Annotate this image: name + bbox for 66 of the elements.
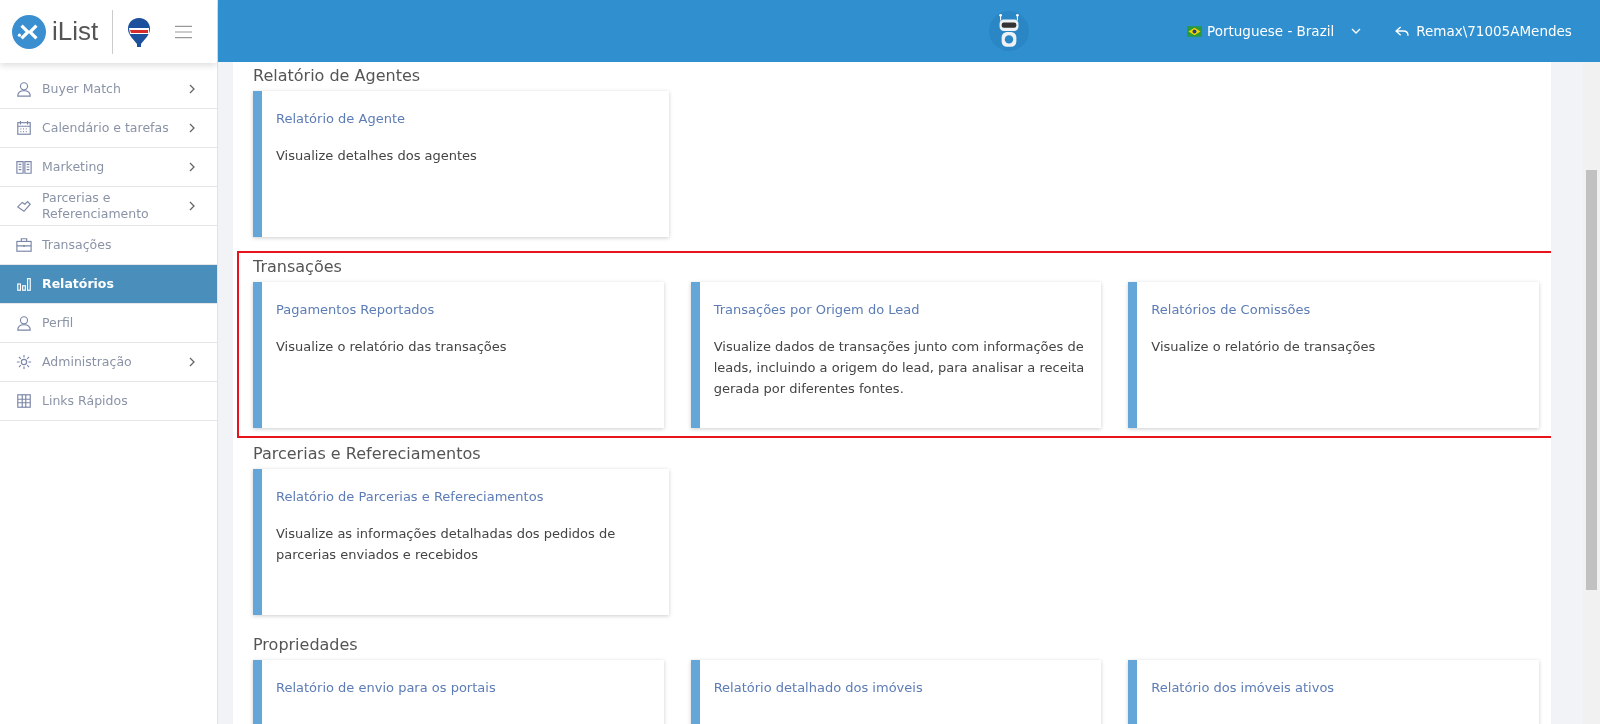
card-title: Relatório de envio para os portais xyxy=(276,680,497,695)
sidebar-item-label: Marketing xyxy=(42,158,106,176)
chevron-right-icon xyxy=(189,357,195,367)
card-description: Visualize as informações detalhadas dos pedidos de parcerias enviados e recebidos xyxy=(276,525,617,564)
sidebar-item[interactable]: Perfil xyxy=(0,304,217,343)
card-description: Visualize dados de transações junto com informações de leads, incluindo a origem do lead, para analisar a receita gerada por diferentes fontes. xyxy=(713,338,1086,398)
person-icon xyxy=(16,315,32,331)
sidebar-item-label: Administração xyxy=(42,353,133,371)
chevron-right-icon xyxy=(189,123,195,133)
logo-icon xyxy=(12,14,46,49)
card-title: Pagamentos Reportados xyxy=(276,302,436,317)
robot-icon[interactable] xyxy=(988,10,1030,52)
sidebar-item-label: Parcerias e Referenciamento xyxy=(42,189,150,223)
bar-chart-icon xyxy=(16,276,32,292)
report-card[interactable]: Relatório de Parcerias e Refereciamentos Visualize as informações detalhadas dos pedidos de parcerias enviados e recebidos xyxy=(253,469,669,615)
sidebar-item-label: Buyer Match xyxy=(42,80,122,98)
menu-icon[interactable] xyxy=(175,24,193,39)
card-title: Relatórios de Comissões xyxy=(1151,302,1312,317)
chevron-right-icon xyxy=(189,201,195,211)
report-card[interactable]: Pagamentos Reportados Visualize o relatório das transações xyxy=(253,282,664,428)
grid-icon xyxy=(16,393,32,409)
settings-icon xyxy=(16,354,32,370)
sidebar-item-label: Transações xyxy=(42,236,113,254)
sidebar-item-label: Calendário e tarefas xyxy=(42,119,170,137)
sidebar-item[interactable]: Links Rápidos xyxy=(0,382,217,421)
logo-text: iList xyxy=(52,16,99,47)
flag-icon xyxy=(1187,25,1202,37)
sidebar-item[interactable]: Relatórios xyxy=(0,265,217,304)
card-description: Visualize detalhes dos agentes xyxy=(276,147,478,165)
language-selector[interactable]: Portuguese - Brazil xyxy=(1187,23,1362,39)
user-link[interactable]: Remax\71005AMendes xyxy=(1395,23,1572,39)
reply-icon xyxy=(1395,25,1411,37)
chevron-right-icon xyxy=(189,84,195,94)
report-card[interactable]: Relatório de envio para os portais xyxy=(253,660,664,724)
section-title: Parcerias e Refereciamentos xyxy=(253,444,482,465)
card-title: Relatório dos imóveis ativos xyxy=(1151,680,1336,695)
book-icon xyxy=(16,159,32,175)
sidebar-item[interactable]: Parcerias e Referenciamento xyxy=(0,187,217,226)
scrollbar[interactable] xyxy=(1583,62,1600,724)
section-title: Relatório de Agentes xyxy=(253,66,422,87)
report-card[interactable]: Relatório de Agente Visualize detalhes dos agentes xyxy=(253,91,669,237)
card-title: Relatório detalhado dos imóveis xyxy=(713,680,924,695)
balloon-icon xyxy=(127,16,152,47)
calendar-icon xyxy=(16,120,32,136)
sidebar-item[interactable]: Calendário e tarefas xyxy=(0,109,217,148)
sidebar-item[interactable]: Administração xyxy=(0,343,217,382)
sidebar-item[interactable]: Marketing xyxy=(0,148,217,187)
card-title: Transações por Origem do Lead xyxy=(713,302,921,317)
chevron-right-icon xyxy=(189,162,195,172)
report-card[interactable]: Relatório dos imóveis ativos xyxy=(1128,660,1539,724)
sidebar-item-label: Relatórios xyxy=(42,275,115,293)
card-description: Visualize o relatório das transações xyxy=(276,338,508,356)
person-icon xyxy=(16,81,32,97)
sidebar-item-label: Links Rápidos xyxy=(42,392,129,410)
chevron-down-icon xyxy=(1351,28,1362,34)
section-title: Propriedades xyxy=(253,635,359,656)
sidebar-item[interactable]: Buyer Match xyxy=(0,70,217,109)
report-card[interactable]: Relatório detalhado dos imóveis xyxy=(690,660,1102,724)
report-card[interactable]: Relatórios de Comissões Visualize o relatório de transações xyxy=(1128,282,1539,428)
report-card[interactable]: Transações por Origem do Lead Visualize dados de transações junto com informações de leads, incluindo a origem do lead, para analisar a receita gerada por diferentes fontes. xyxy=(690,282,1102,428)
briefcase-icon xyxy=(16,237,32,253)
card-title: Relatório de Parcerias e Refereciamentos xyxy=(276,489,545,504)
sidebar-item-label: Perfil xyxy=(42,314,75,332)
section-title: Transações xyxy=(253,257,343,278)
card-title: Relatório de Agente xyxy=(276,111,406,126)
card-description: Visualize o relatório de transações xyxy=(1151,338,1377,356)
